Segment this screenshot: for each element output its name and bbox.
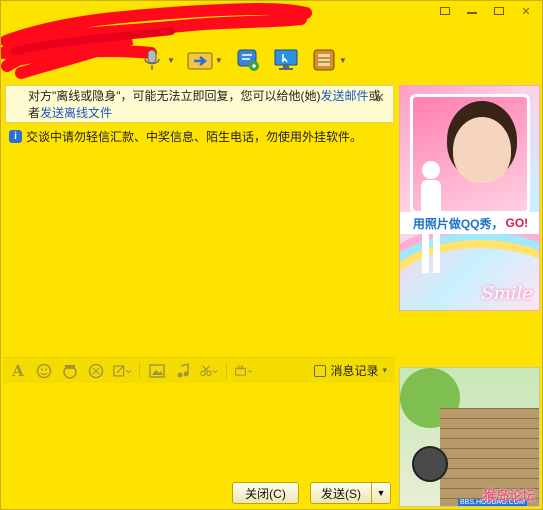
divider bbox=[226, 362, 227, 379]
application-icon bbox=[235, 47, 261, 73]
send-options-button[interactable]: ▼ bbox=[371, 482, 391, 504]
remote-assist-button[interactable] bbox=[273, 47, 299, 73]
close-button[interactable]: 关闭(C) bbox=[232, 482, 299, 504]
cartoon-bird-illustration bbox=[412, 446, 448, 482]
message-history-button[interactable]: 消息记录 ▾ bbox=[314, 362, 387, 379]
security-tip: i 交谈中请勿轻信汇款、中奖信息、陌生电话，勿使用外挂软件。 bbox=[9, 128, 362, 145]
notice-close-icon[interactable]: ✕ bbox=[374, 89, 385, 106]
chat-toolbar: ▼ ▼ ▼ bbox=[139, 47, 347, 73]
minimize-icon bbox=[467, 12, 477, 14]
skin-menu-button[interactable] bbox=[435, 3, 455, 19]
chat-history-area[interactable] bbox=[3, 123, 395, 355]
qq-show-ad[interactable]: 用照片做QQ秀， GO! Smile bbox=[399, 85, 540, 311]
close-icon: ✕ bbox=[521, 5, 531, 18]
emoji-icon[interactable] bbox=[35, 362, 53, 380]
apps-icon bbox=[311, 47, 337, 73]
redaction-scribble bbox=[1, 3, 312, 79]
info-icon: i bbox=[9, 130, 22, 143]
chevron-down-icon: ▼ bbox=[338, 55, 347, 65]
transfer-file-icon bbox=[187, 47, 213, 73]
skin-icon bbox=[440, 7, 450, 15]
application-button[interactable] bbox=[235, 47, 261, 73]
vip-emoji-icon[interactable] bbox=[61, 362, 79, 380]
image-icon[interactable] bbox=[148, 362, 166, 380]
offline-notice: 对方"离线或隐身"，可能无法立即回复，您可以给他(她)发送邮件或者发送离线文件 … bbox=[5, 85, 394, 123]
chevron-down-icon: ▼ bbox=[167, 55, 175, 65]
maximize-icon bbox=[494, 7, 504, 15]
smile-logo: Smile bbox=[481, 283, 533, 304]
maximize-button[interactable] bbox=[489, 3, 509, 19]
girl-photo bbox=[453, 117, 511, 183]
minimize-button[interactable] bbox=[462, 3, 482, 19]
chat-window: ✕ ▼ ▼ ▼ 对方"离线或隐身"，可能无法立即回复，您可以给他(她)发送邮件或… bbox=[0, 0, 543, 510]
toolbox-icon[interactable] bbox=[235, 362, 253, 380]
screenshot-scissors-icon[interactable] bbox=[200, 362, 218, 380]
close-window-button[interactable]: ✕ bbox=[516, 3, 536, 19]
message-input[interactable] bbox=[3, 383, 395, 477]
magic-emoji-icon[interactable] bbox=[87, 362, 105, 380]
music-icon[interactable] bbox=[174, 362, 192, 380]
voice-tool-button[interactable]: ▼ bbox=[139, 47, 175, 73]
transfer-file-button[interactable]: ▼ bbox=[187, 47, 223, 73]
send-offline-file-link[interactable]: 发送离线文件 bbox=[40, 106, 112, 120]
notice-text: 对方"离线或隐身"，可能无法立即回复，您可以给他(她) bbox=[28, 89, 321, 103]
send-email-link[interactable]: 发送邮件 bbox=[321, 89, 369, 103]
window-controls: ✕ bbox=[435, 3, 536, 19]
apps-button[interactable]: ▼ bbox=[311, 47, 347, 73]
chevron-down-icon: ▼ bbox=[214, 55, 223, 65]
security-tip-text: 交谈中请勿轻信汇款、中奖信息、陌生电话，勿使用外挂软件。 bbox=[26, 130, 363, 144]
handwriting-icon[interactable] bbox=[113, 362, 131, 380]
ad-cta[interactable]: 用照片做QQ秀， GO! bbox=[400, 212, 539, 234]
font-icon[interactable]: A bbox=[9, 362, 27, 380]
message-history-label: 消息记录 bbox=[330, 364, 379, 378]
divider bbox=[139, 362, 140, 379]
remote-assist-icon bbox=[273, 47, 299, 73]
bottom-ad[interactable]: BBS.HOUDAO.COM 猴岛论坛 bbox=[399, 367, 540, 507]
send-button[interactable]: 发送(S) bbox=[310, 482, 372, 504]
ad-cta-go: GO! bbox=[505, 216, 529, 230]
history-icon bbox=[314, 364, 327, 377]
watermark: 猴岛论坛 bbox=[482, 488, 535, 503]
chevron-down-icon: ▾ bbox=[382, 365, 387, 375]
microphone-icon bbox=[139, 47, 165, 73]
input-toolbar: A 消息记录 ▾ bbox=[3, 357, 395, 383]
ad-cta-text: 用照片做QQ秀， bbox=[412, 216, 504, 231]
